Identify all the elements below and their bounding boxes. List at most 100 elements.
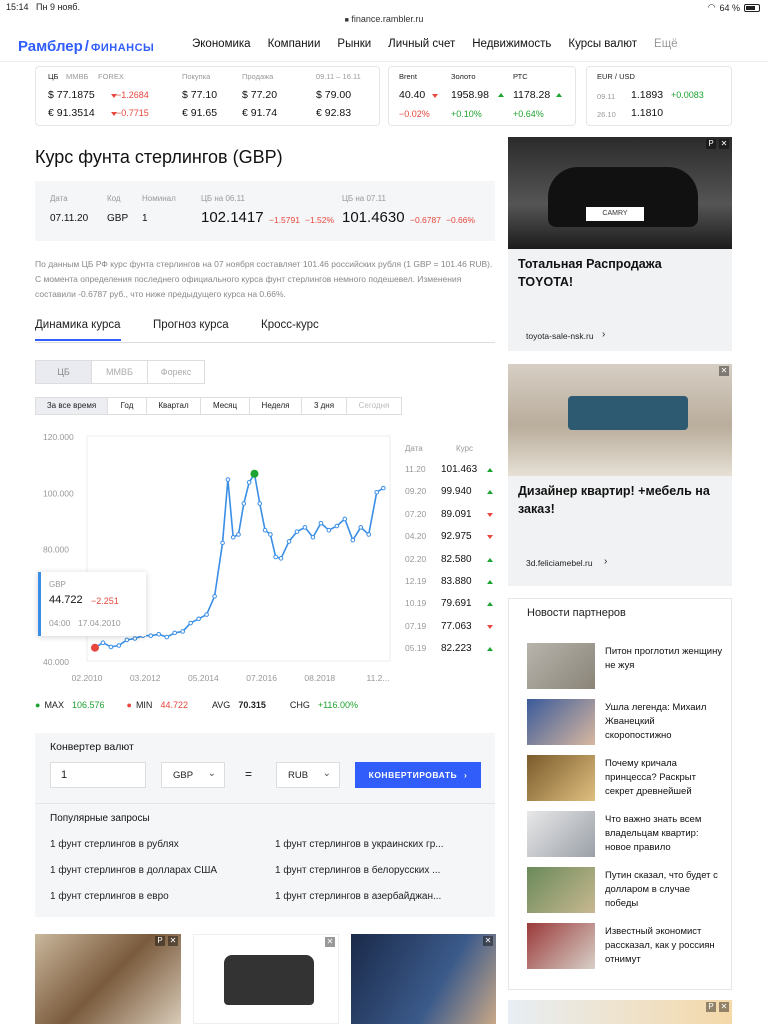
main-menu: Экономика Компании Рынки Личный счет Нед…: [192, 38, 678, 50]
tab-forecast[interactable]: Прогноз курса: [153, 319, 229, 331]
max-point-marker: [250, 469, 259, 478]
news-item-2[interactable]: Ушла легенда: Михаил Жванецкий скоропост…: [527, 699, 727, 747]
to-currency-value: RUB: [288, 770, 309, 781]
close-icon[interactable]: ✕: [719, 139, 729, 149]
ticker-col-sell: Продажа: [242, 72, 274, 81]
chart-stats: ● MAX 106.576 ● MIN 44.722 AVG 70.315 CH…: [35, 700, 358, 710]
car-body-shape: [224, 955, 314, 1005]
news-item-4[interactable]: Что важно знать всем владельцам квартир:…: [527, 811, 727, 859]
period-today[interactable]: Сегодня: [346, 397, 402, 415]
up-arrow-icon: [487, 580, 493, 584]
close-icon[interactable]: ✕: [483, 936, 493, 946]
source-cb[interactable]: ЦБ: [35, 360, 92, 384]
rate-row: 09.20 99.940: [400, 486, 496, 508]
gbp-rate-chart[interactable]: 120.000100.00080.00060.00040.00002.20100…: [35, 428, 400, 690]
period-quarter[interactable]: Квартал: [146, 397, 201, 415]
ad-thumb-bottom-right[interactable]: Р ✕: [508, 1000, 732, 1024]
close-icon[interactable]: ✕: [719, 1002, 729, 1012]
tab-cross-rate[interactable]: Кросс-курс: [261, 319, 319, 331]
news-item-6[interactable]: Известный экономист рассказал, как у рос…: [527, 923, 727, 971]
period-month[interactable]: Месяц: [200, 397, 250, 415]
up-arrow-icon: [487, 490, 493, 495]
currency-ticker: ЦБ ММВБ FOREX Покупка Продажа 09.11 – 16…: [35, 66, 380, 126]
popular-link-3[interactable]: 1 фунт стерлингов в долларах США: [50, 865, 265, 876]
amount-input[interactable]: 1: [50, 762, 146, 788]
brent-change: −0.02%: [399, 109, 430, 119]
series-point: [188, 620, 193, 626]
rate-row-date: 12.19: [405, 576, 427, 586]
ad-thumb-car[interactable]: ✕: [193, 934, 339, 1024]
ticker-tab-cb[interactable]: ЦБ: [48, 72, 58, 81]
y-tick-label: 100.000: [43, 488, 74, 498]
menu-companies[interactable]: Компании: [268, 38, 321, 50]
ticker-tab-mmvb[interactable]: ММВБ: [66, 72, 88, 81]
eurusd-value-2: 1.1810: [631, 107, 664, 119]
rate-row: 10.19 79.691: [400, 598, 496, 620]
chevron-down-icon: ⌄: [322, 768, 331, 779]
tooltip-time: 04:00: [49, 618, 71, 628]
news-headline-5: Путин сказал, что будет с долларом в слу…: [605, 870, 718, 909]
tab-dynamics[interactable]: Динамика курса: [35, 319, 121, 341]
ad-toyota[interactable]: CAMRY Р ✕ Тотальная Распродажа TOYOTA! t…: [508, 137, 732, 351]
rambler-finance-logo[interactable]: Рамблер / ФИНАНСЫ: [18, 38, 154, 55]
rate-row-date: 05.19: [405, 643, 427, 654]
close-icon[interactable]: ✕: [168, 936, 178, 946]
series-point: [156, 631, 162, 637]
convert-label: КОНВЕРТИРОВАТЬ: [368, 770, 458, 780]
news-item-1[interactable]: Питон проглотил женщину не жуя: [527, 643, 727, 691]
news-thumb: [527, 811, 595, 857]
rate-row-date: 02.20: [405, 553, 427, 564]
eur-sell: € 91.74: [242, 107, 278, 119]
news-item-5[interactable]: Путин сказал, что будет с долларом в слу…: [527, 867, 727, 915]
tooltip-date: 17.04.2010: [78, 618, 121, 628]
series-point: [262, 527, 268, 533]
series-point: [350, 537, 356, 543]
address-bar[interactable]: ■ finance.rambler.ru: [0, 14, 768, 28]
popular-link-2[interactable]: 1 фунт стерлингов в украинских гр...: [275, 839, 475, 850]
popular-link-1[interactable]: 1 фунт стерлингов в рублях: [50, 839, 265, 850]
eur-rate: € 91.3514: [48, 107, 95, 119]
x-tick-label: 11.2...: [367, 673, 390, 683]
min-point-marker: [90, 643, 99, 652]
menu-economy[interactable]: Экономика: [192, 38, 251, 50]
ticker-tab-forex[interactable]: FOREX: [98, 72, 124, 81]
down-arrow-icon: [487, 535, 493, 540]
info-cb2-value: 101.4630: [342, 209, 405, 226]
news-item-3[interactable]: Почему кричала принцесса? Раскрыт секрет…: [527, 755, 727, 803]
up-arrow-icon: [498, 93, 504, 97]
popular-link-6[interactable]: 1 фунт стерлингов в азербайджан...: [275, 891, 475, 902]
currency-converter: Конвертер валют 1 GBP ⌄ = RUB ⌄ КОНВЕРТИ…: [35, 733, 495, 917]
to-currency-select[interactable]: RUB ⌄: [276, 762, 340, 788]
menu-account[interactable]: Личный счет: [388, 38, 455, 50]
popular-link-4[interactable]: 1 фунт стерлингов в белорусских ...: [275, 865, 475, 876]
period-all[interactable]: За все время: [35, 397, 108, 415]
menu-more[interactable]: Ещё: [654, 38, 678, 50]
popular-link-5[interactable]: 1 фунт стерлингов в евро: [50, 891, 265, 902]
y-tick-label: 80.000: [43, 545, 69, 555]
close-icon[interactable]: ✕: [719, 366, 729, 376]
menu-markets[interactable]: Рынки: [337, 38, 371, 50]
rate-row-value: 79.691: [441, 598, 472, 610]
ad-thumb-stairs[interactable]: Р ✕: [35, 934, 181, 1024]
news-headline-6: Известный экономист рассказал, как у рос…: [605, 926, 715, 965]
ad-toyota-title: Тотальная Распродажа TOYOTA!: [518, 257, 662, 289]
menu-rates[interactable]: Курсы валют: [568, 38, 637, 50]
ad-thumb-trader[interactable]: ✕: [351, 934, 496, 1024]
source-forex[interactable]: Форекс: [147, 360, 205, 384]
from-currency-select[interactable]: GBP ⌄: [161, 762, 225, 788]
menu-realty[interactable]: Недвижимость: [472, 38, 551, 50]
convert-button[interactable]: КОНВЕРТИРОВАТЬ ›: [355, 762, 481, 788]
rate-row-date: 07.20: [405, 508, 427, 519]
period-week[interactable]: Неделя: [249, 397, 302, 415]
eurusd-label: EUR / USD: [597, 72, 635, 81]
series-point: [204, 612, 209, 617]
period-3days[interactable]: 3 дня: [301, 397, 347, 415]
stat-chg-value: +116.00%: [317, 700, 358, 710]
close-icon[interactable]: ✕: [325, 937, 335, 947]
period-year[interactable]: Год: [107, 397, 147, 415]
series-point: [358, 525, 364, 530]
rate-row-value: 99.940: [441, 486, 472, 498]
info-code-header: Код: [107, 194, 121, 203]
source-mmvb[interactable]: ММВБ: [91, 360, 148, 384]
ad-furniture[interactable]: ✕ Дизайнер квартир! +мебель на заказ! 3d…: [508, 364, 732, 586]
